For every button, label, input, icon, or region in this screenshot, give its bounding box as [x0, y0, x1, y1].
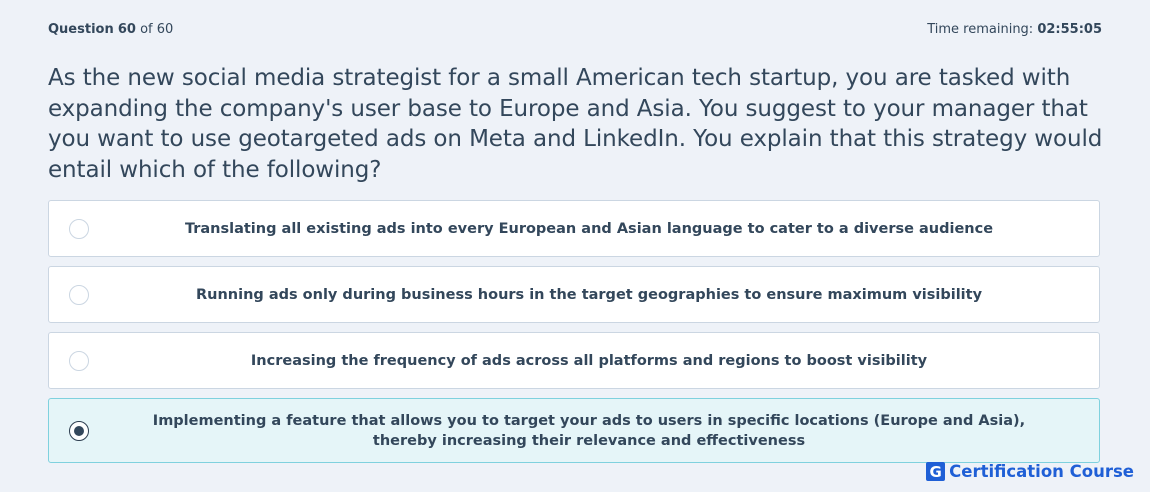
- brand-logo-icon: G: [926, 462, 946, 481]
- answer-option-3[interactable]: Increasing the frequency of ads across a…: [48, 332, 1100, 389]
- question-progress: Question 60 of 60: [48, 22, 173, 37]
- time-remaining-value: 02:55:05: [1037, 22, 1102, 37]
- question-text: As the new social media strategist for a…: [48, 65, 1103, 183]
- answer-option-label: Translating all existing ads into every …: [184, 220, 994, 237]
- brand-name: Certification Course: [949, 462, 1134, 481]
- question-total: 60: [156, 22, 174, 37]
- answer-option-2[interactable]: Running ads only during business hours i…: [48, 266, 1100, 323]
- question-of-label: of: [140, 22, 153, 37]
- quiz-header: Question 60 of 60 Time remaining: 02:55:…: [48, 22, 1102, 37]
- radio-button-4-selected[interactable]: [69, 420, 89, 441]
- time-remaining: Time remaining: 02:55:05: [927, 22, 1102, 37]
- question-label: Question: [48, 22, 114, 37]
- time-remaining-label: Time remaining:: [927, 22, 1034, 37]
- question-current: 60: [117, 22, 136, 37]
- answer-option-4[interactable]: Implementing a feature that allows you t…: [48, 398, 1100, 463]
- radio-button-3[interactable]: [69, 350, 89, 371]
- radio-button-1[interactable]: [69, 218, 89, 239]
- answer-option-label: Implementing a feature that allows you t…: [152, 412, 1026, 449]
- radio-button-2[interactable]: [69, 284, 89, 305]
- answer-option-1[interactable]: Translating all existing ads into every …: [48, 200, 1100, 257]
- brand-logo: G Certification Course: [926, 462, 1134, 481]
- answer-option-label: Increasing the frequency of ads across a…: [250, 352, 928, 369]
- answer-option-label: Running ads only during business hours i…: [195, 286, 983, 303]
